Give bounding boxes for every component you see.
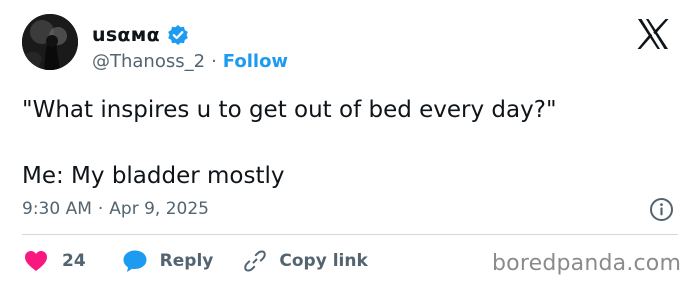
- action-bar: 24 Reply Copy link: [24, 246, 368, 276]
- divider: [22, 234, 678, 235]
- author-name-row: usαмα: [92, 22, 189, 48]
- info-icon[interactable]: [649, 197, 674, 222]
- tweet-card: usαмα @Thanoss_2 · Follow "What inspires…: [0, 0, 700, 287]
- follow-button[interactable]: Follow: [223, 51, 288, 72]
- tweet-date: Apr 9, 2025: [109, 199, 209, 219]
- tweet-text: "What inspires u to get out of bed every…: [22, 93, 662, 193]
- like-button[interactable]: 24: [24, 250, 86, 272]
- avatar-image: [22, 14, 78, 70]
- watermark: boredpanda.com: [492, 251, 682, 276]
- handle-separator: ·: [211, 50, 217, 72]
- timestamp-separator: ·: [97, 199, 104, 219]
- reply-button[interactable]: Reply: [122, 249, 214, 273]
- link-icon: [244, 250, 267, 272]
- tweet-text-line-2: Me: My bladder mostly: [22, 163, 285, 189]
- verified-badge-icon: [167, 24, 189, 46]
- copy-link-button[interactable]: Copy link: [243, 249, 368, 273]
- copy-link-label: Copy link: [279, 251, 368, 271]
- speech-bubble-icon: [123, 250, 147, 272]
- author-display-name[interactable]: usαмα: [92, 24, 160, 46]
- tweet-text-line-1: "What inspires u to get out of bed every…: [22, 97, 557, 123]
- author-handle-row: @Thanoss_2 · Follow: [92, 49, 288, 73]
- heart-icon: [25, 251, 47, 271]
- tweet-timestamp[interactable]: 9:30 AM · Apr 9, 2025: [22, 196, 209, 222]
- reply-label: Reply: [159, 251, 214, 271]
- author-handle[interactable]: @Thanoss_2: [92, 51, 205, 72]
- like-count: 24: [62, 251, 86, 271]
- avatar[interactable]: [22, 14, 78, 70]
- tweet-time: 9:30 AM: [22, 199, 92, 219]
- x-logo-icon[interactable]: [636, 18, 670, 50]
